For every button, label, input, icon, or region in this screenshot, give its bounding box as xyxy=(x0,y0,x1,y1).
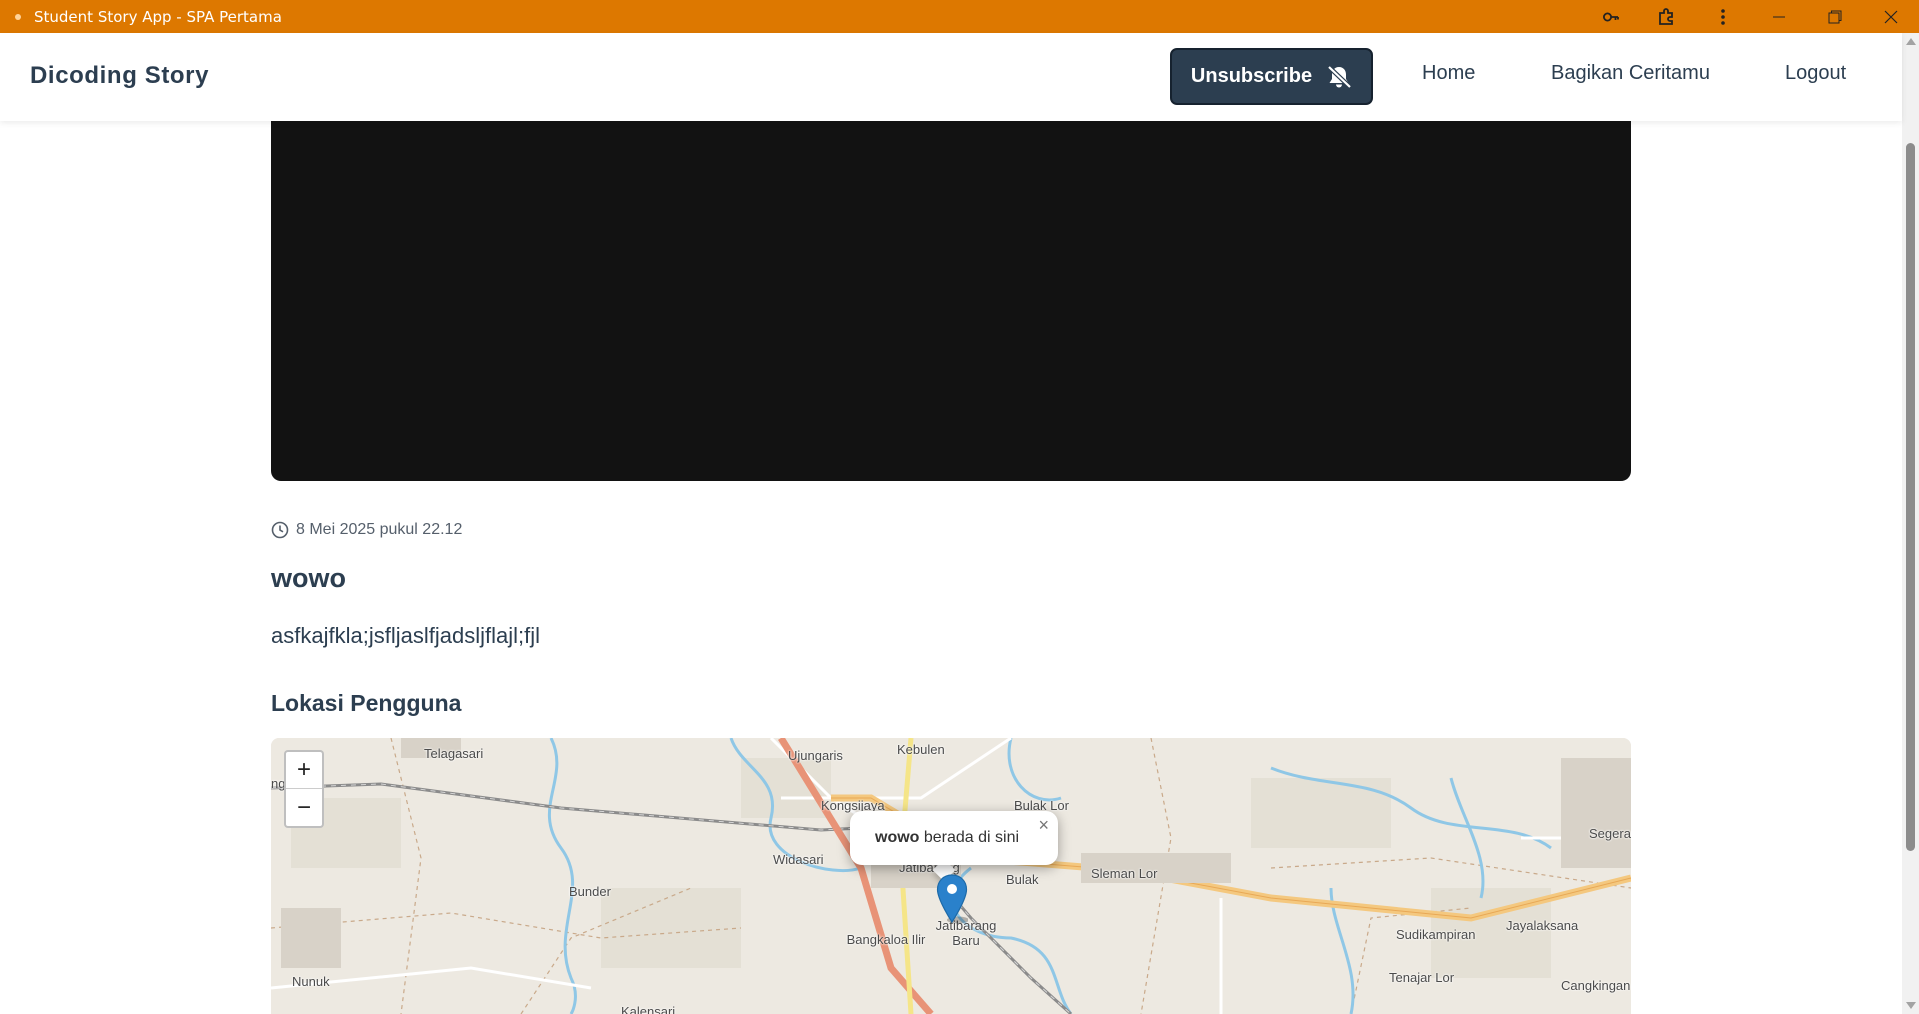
map-place-label: Bangkaloa Ilir xyxy=(846,932,926,947)
nav-home-link[interactable]: Home xyxy=(1422,62,1475,85)
zoom-in-button[interactable]: + xyxy=(286,752,322,789)
unsubscribe-label: Unsubscribe xyxy=(1190,65,1313,87)
window-titlebar: Student Story App - SPA Pertama xyxy=(0,0,1919,33)
minimize-icon[interactable] xyxy=(1751,0,1807,33)
story-author-name: wowo xyxy=(271,563,346,593)
more-icon[interactable] xyxy=(1695,0,1751,33)
app-favicon-icon xyxy=(15,13,21,20)
unsubscribe-button[interactable]: Unsubscribe xyxy=(1170,48,1373,105)
app-header: Dicoding Story Unsubscribe Home Bagikan … xyxy=(0,33,1902,121)
key-icon[interactable] xyxy=(1583,0,1639,33)
popup-text: wowo berada di sini xyxy=(875,829,1019,847)
map-place-label: Sudikampiran xyxy=(1396,927,1476,942)
window-title: Student Story App - SPA Pertama xyxy=(34,7,282,26)
bell-off-icon xyxy=(1327,64,1352,89)
zoom-out-button[interactable]: − xyxy=(286,789,322,826)
nav-logout-link[interactable]: Logout xyxy=(1785,62,1846,85)
story-date: 8 Mei 2025 pukul 22.12 xyxy=(271,521,462,539)
page-scrollbar[interactable] xyxy=(1902,33,1919,1014)
map-place-label: Sleman Lor xyxy=(1091,866,1158,881)
clock-icon xyxy=(271,521,289,539)
map-place-label: Kebulen xyxy=(897,742,945,757)
map-place-label: Ujungaris xyxy=(788,748,843,763)
location-heading: Lokasi Pengguna xyxy=(271,690,462,716)
story-description: asfkajfkla;jsfljaslfjadsljflajl;fjl xyxy=(271,623,540,648)
story-photo xyxy=(271,100,1631,481)
close-icon[interactable] xyxy=(1863,0,1919,33)
restore-icon[interactable] xyxy=(1807,0,1863,33)
nav-share-story-link[interactable]: Bagikan Ceritamu xyxy=(1551,62,1710,85)
popup-name: wowo xyxy=(875,829,920,846)
map-zoom-control: + − xyxy=(284,750,324,828)
map-place-label: Telagasari xyxy=(424,746,484,761)
map-place-label: Jayalaksana xyxy=(1506,918,1579,933)
scroll-down-arrow-icon[interactable] xyxy=(1906,1002,1916,1009)
window-controls xyxy=(1583,0,1919,33)
map-place-label: Nunuk xyxy=(292,974,330,989)
popup-close-button[interactable]: × xyxy=(1038,815,1049,836)
map-place-label: Kalensari xyxy=(621,1004,676,1014)
extensions-icon[interactable] xyxy=(1639,0,1695,33)
map-place-label: Tenajar Lor xyxy=(1389,970,1455,985)
map-place-label: Cangkingan xyxy=(1561,978,1631,993)
map-popup: wowo berada di sini × xyxy=(850,811,1058,865)
map-place-label: Bunder xyxy=(569,884,611,899)
map-place-label: Widasari xyxy=(773,852,824,867)
story-date-text: 8 Mei 2025 pukul 22.12 xyxy=(296,521,463,538)
map-place-label: Bulak xyxy=(1006,872,1039,887)
popup-suffix: berada di sini xyxy=(919,829,1020,846)
map-place-label: Segeran xyxy=(1589,826,1631,841)
brand-logo[interactable]: Dicoding Story xyxy=(30,62,209,90)
location-map[interactable]: Telagasari Ujungaris Kebulen ngauban Kon… xyxy=(271,738,1631,1014)
map-marker-icon[interactable] xyxy=(936,874,968,924)
scroll-up-arrow-icon[interactable] xyxy=(1906,38,1916,45)
scroll-thumb[interactable] xyxy=(1906,143,1915,851)
